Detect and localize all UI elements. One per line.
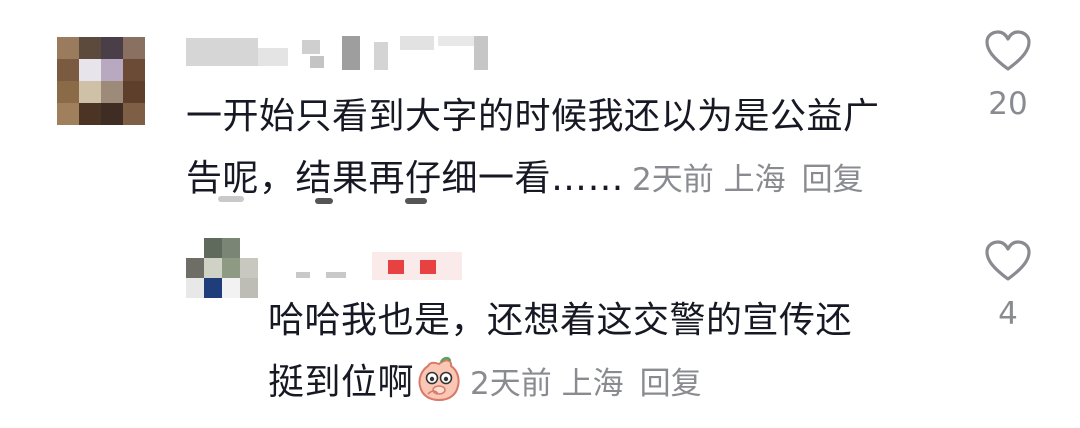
username-blurred[interactable] bbox=[296, 252, 466, 282]
image-artifact bbox=[405, 198, 427, 204]
avatar[interactable] bbox=[186, 238, 258, 298]
image-artifact bbox=[218, 196, 244, 202]
comment-text-tail: 告呢，结果再仔细一看…… bbox=[186, 158, 625, 199]
like-count: 4 bbox=[998, 296, 1018, 332]
reply-time: 2天前 bbox=[470, 366, 552, 402]
heart-outline-icon bbox=[985, 30, 1031, 71]
reply-button[interactable]: 回复 bbox=[640, 366, 702, 402]
comment-text-line: 告呢，结果再仔细一看…… 2天前 上海 回复 bbox=[186, 148, 880, 211]
reply-text-tail: 挺到位啊 bbox=[268, 362, 415, 403]
username-blurred[interactable] bbox=[186, 36, 496, 76]
heart-outline-icon bbox=[985, 240, 1031, 281]
reply-location: 上海 bbox=[561, 366, 624, 402]
reply-meta: 2天前 上海 回复 bbox=[470, 366, 702, 402]
reply-text-line: 挺到位啊 2天前 上海 回复 bbox=[268, 352, 852, 415]
peach-face-emoji bbox=[418, 356, 460, 402]
image-artifact bbox=[315, 198, 333, 204]
reply-text-line: 哈哈我也是，还想着这交警的宣传还 bbox=[268, 300, 853, 341]
like-button[interactable]: 20 bbox=[978, 30, 1038, 122]
avatar[interactable] bbox=[57, 37, 145, 125]
comment-text-line: 一开始只看到大字的时候我还以为是公益广 bbox=[186, 96, 880, 137]
like-count: 20 bbox=[988, 86, 1028, 122]
comment-meta: 2天前 上海 回复 bbox=[632, 162, 864, 198]
comment-time: 2天前 bbox=[632, 162, 714, 198]
comment-location: 上海 bbox=[723, 162, 786, 198]
reply-text: 哈哈我也是，还想着这交警的宣传还 挺到位啊 2天前 上海 回复 bbox=[268, 290, 852, 415]
comment-text: 一开始只看到大字的时候我还以为是公益广 告呢，结果再仔细一看…… 2天前 上海 回复 bbox=[186, 86, 880, 211]
like-button[interactable]: 4 bbox=[978, 240, 1038, 332]
reply-button[interactable]: 回复 bbox=[802, 162, 864, 198]
